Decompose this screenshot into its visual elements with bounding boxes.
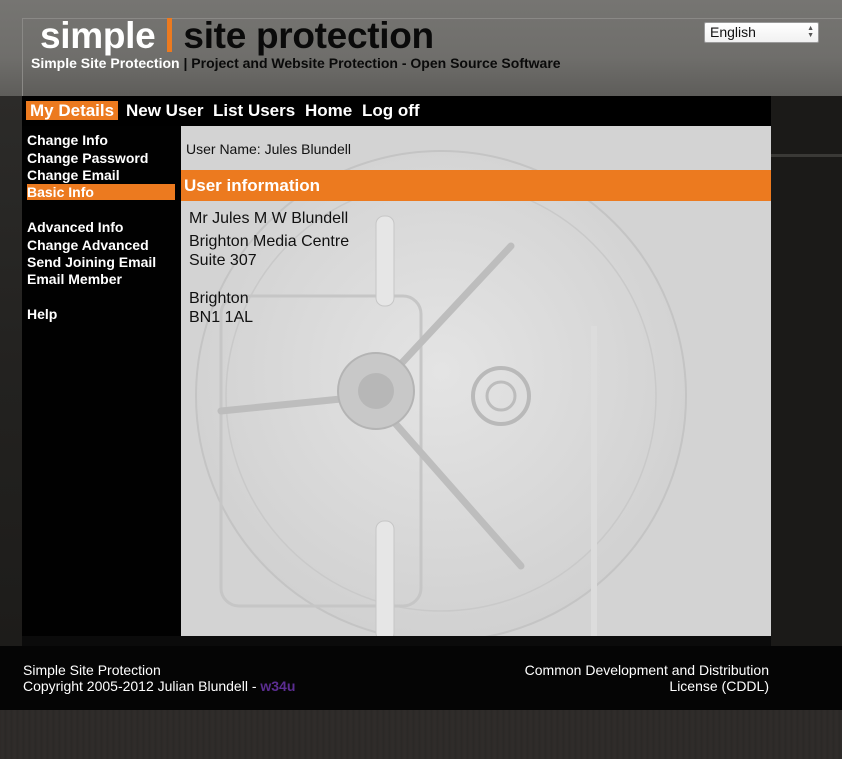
nav-list-users[interactable]: List Users: [209, 101, 299, 120]
main-nav: My Details New User List Users Home Log …: [22, 96, 771, 126]
sidebar: Change Info Change Password Change Email…: [22, 126, 181, 636]
logo-divider: [167, 18, 173, 52]
vault-door-illustration: [195, 150, 687, 636]
footer-copyright-line: Copyright 2005-2012 Julian Blundell - w3…: [23, 678, 295, 694]
sidebar-item-send-joining-email[interactable]: Send Joining Email: [27, 254, 175, 270]
sidebar-item-change-advanced[interactable]: Change Advanced: [27, 237, 175, 253]
footer-w34u-link[interactable]: w34u: [260, 678, 295, 694]
user-information-header: User information: [181, 170, 771, 201]
left-background: [0, 96, 22, 646]
language-select-value: English: [710, 24, 756, 40]
user-full-name: Mr Jules M W Blundell: [189, 210, 349, 227]
footer-license: Common Development and Distribution Lice…: [525, 662, 769, 694]
content-panel: User Name: Jules Blundell User informati…: [181, 126, 771, 636]
nav-new-user[interactable]: New User: [122, 101, 207, 120]
tagline-description: | Project and Website Protection - Open …: [179, 55, 561, 71]
footer-license-line1: Common Development and Distribution: [524, 662, 769, 678]
nav-my-details[interactable]: My Details: [26, 101, 119, 120]
updown-arrows-icon: ▲ ▼: [807, 25, 814, 39]
footer: Simple Site Protection Copyright 2005-20…: [0, 646, 842, 710]
footer-copyright: Copyright 2005-2012 Julian Blundell -: [23, 678, 261, 694]
sidebar-item-email-member[interactable]: Email Member: [27, 271, 175, 287]
language-select[interactable]: English ▲ ▼: [704, 22, 819, 43]
logo-site-protection: site protection: [183, 15, 434, 56]
nav-home[interactable]: Home: [301, 101, 356, 120]
footer-license-line2: License (CDDL): [669, 678, 769, 694]
background-seam: [771, 154, 842, 157]
user-address-line1: Brighton Media Centre: [189, 233, 350, 250]
right-background: [771, 96, 842, 646]
sidebar-item-change-email[interactable]: Change Email: [27, 167, 175, 183]
footer-left: Simple Site Protection Copyright 2005-20…: [23, 662, 295, 694]
sidebar-item-basic-info[interactable]: Basic Info: [27, 184, 175, 200]
user-city: Brighton: [189, 290, 249, 307]
content-bottom-strip: [22, 636, 771, 646]
site-tagline: Simple Site Protection | Project and Web…: [31, 55, 561, 71]
user-postcode: BN1 1AL: [189, 309, 254, 326]
user-address-line2: Suite 307: [189, 252, 257, 269]
sidebar-item-advanced-info[interactable]: Advanced Info: [27, 219, 175, 235]
footer-site-name: Simple Site Protection: [23, 662, 161, 678]
nav-log-off[interactable]: Log off: [358, 101, 424, 120]
sidebar-item-change-info[interactable]: Change Info: [27, 132, 175, 148]
sidebar-item-change-password[interactable]: Change Password: [27, 150, 175, 166]
site-logo: simple site protection: [40, 14, 434, 58]
bottom-background: [0, 710, 842, 759]
logo-simple: simple: [40, 15, 156, 56]
sidebar-item-help[interactable]: Help: [27, 306, 175, 322]
tagline-site-name: Simple Site Protection: [31, 55, 180, 71]
username-line: User Name: Jules Blundell: [186, 141, 351, 157]
